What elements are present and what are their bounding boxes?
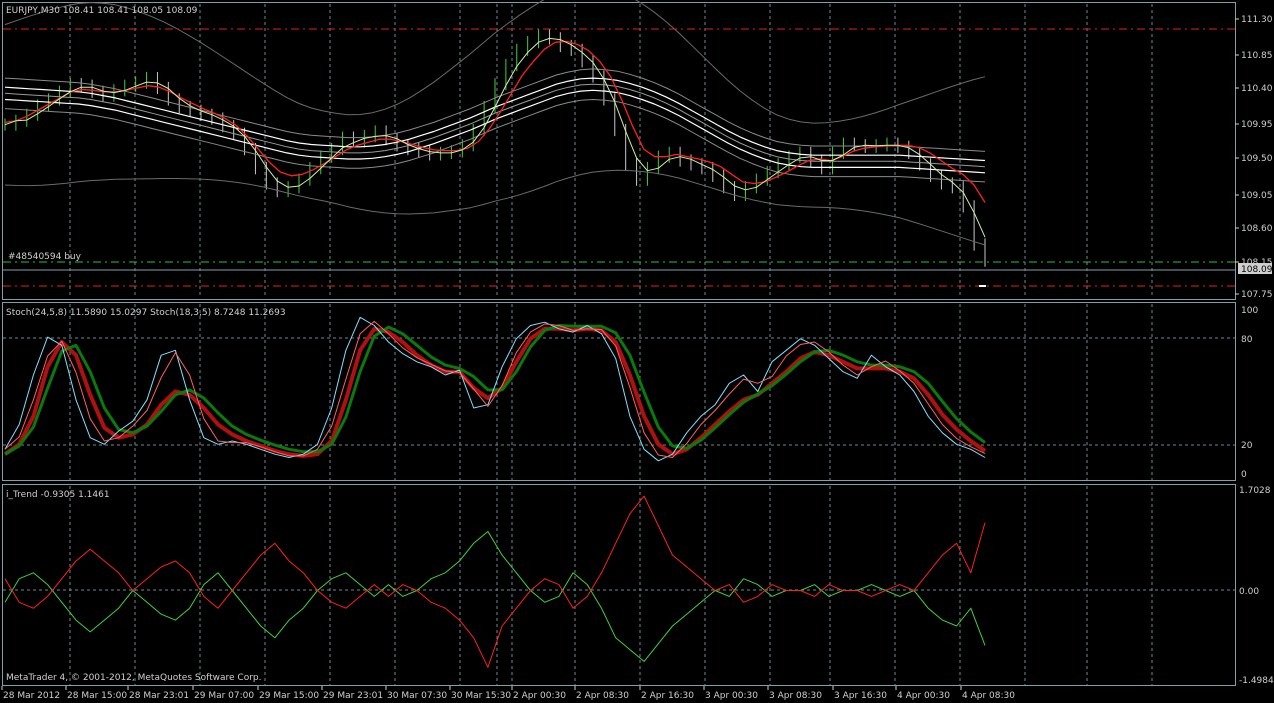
time-tick-label: 3 Apr 00:30 (705, 691, 758, 701)
price-tick-label: 110.85 (1241, 51, 1273, 61)
price-tick-label: 109.95 (1241, 120, 1273, 130)
time-tick-label: 4 Apr 00:30 (897, 691, 950, 701)
time-tick-label: 2 Apr 00:30 (513, 691, 566, 701)
time-tick-label: 28 Mar 2012 (3, 691, 60, 701)
price-tick-label: 107.75 (1241, 290, 1273, 300)
metatrader-chart[interactable]: EURJPY,M30 108.41 108.41 108.05 108.09 #… (0, 0, 1274, 703)
trend-tick-label: 0.00 (1239, 587, 1259, 597)
current-price-label: 108.09 (1241, 265, 1273, 275)
time-tick-label: 3 Apr 08:30 (769, 691, 822, 701)
stoch-title: Stoch(24,5,8) 11.5890 15.0297 Stoch(18,3… (6, 308, 286, 318)
price-axis: 111.30 110.85 110.40 109.95 109.50 109.05 108.… (1235, 15, 1273, 300)
time-tick-label: 4 Apr 08:30 (962, 691, 1015, 701)
time-tick-label: 30 Mar 15:30 (451, 691, 511, 701)
trend-tick-label: 1.7028 (1239, 486, 1271, 496)
time-tick-label: 3 Apr 16:30 (834, 691, 887, 701)
chart-background (0, 0, 1274, 703)
time-tick-label: 29 Mar 23:01 (323, 691, 383, 701)
stoch-tick-label: 80 (1241, 335, 1253, 345)
price-tick-label: 109.50 (1241, 154, 1273, 164)
trend-tick-label: -1.4984 (1239, 676, 1274, 686)
price-tick-label: 109.05 (1241, 191, 1273, 201)
stoch-tick-label: 100 (1241, 306, 1258, 316)
price-tick-label: 110.40 (1241, 84, 1273, 94)
price-tick-label: 111.30 (1241, 15, 1273, 25)
stoch-tick-label: 0 (1241, 470, 1247, 480)
time-tick-label: 28 Mar 15:00 (67, 691, 127, 701)
order-label: #48540594 buy (8, 252, 82, 262)
time-tick-label: 2 Apr 16:30 (641, 691, 694, 701)
trend-title: i_Trend -0.9305 1.1461 (6, 490, 110, 500)
stoch-tick-label: 20 (1241, 441, 1253, 451)
copyright-text: MetaTrader 4, © 2001-2012, MetaQuotes So… (6, 673, 262, 683)
time-tick-label: 29 Mar 07:00 (194, 691, 254, 701)
price-tick-label: 108.60 (1241, 224, 1273, 234)
time-tick-label: 2 Apr 08:30 (576, 691, 629, 701)
time-tick-label: 28 Mar 23:01 (129, 691, 189, 701)
time-tick-label: 30 Mar 07:30 (387, 691, 447, 701)
time-tick-label: 29 Mar 15:00 (259, 691, 319, 701)
chart-title: EURJPY,M30 108.41 108.41 108.05 108.09 (6, 6, 198, 16)
